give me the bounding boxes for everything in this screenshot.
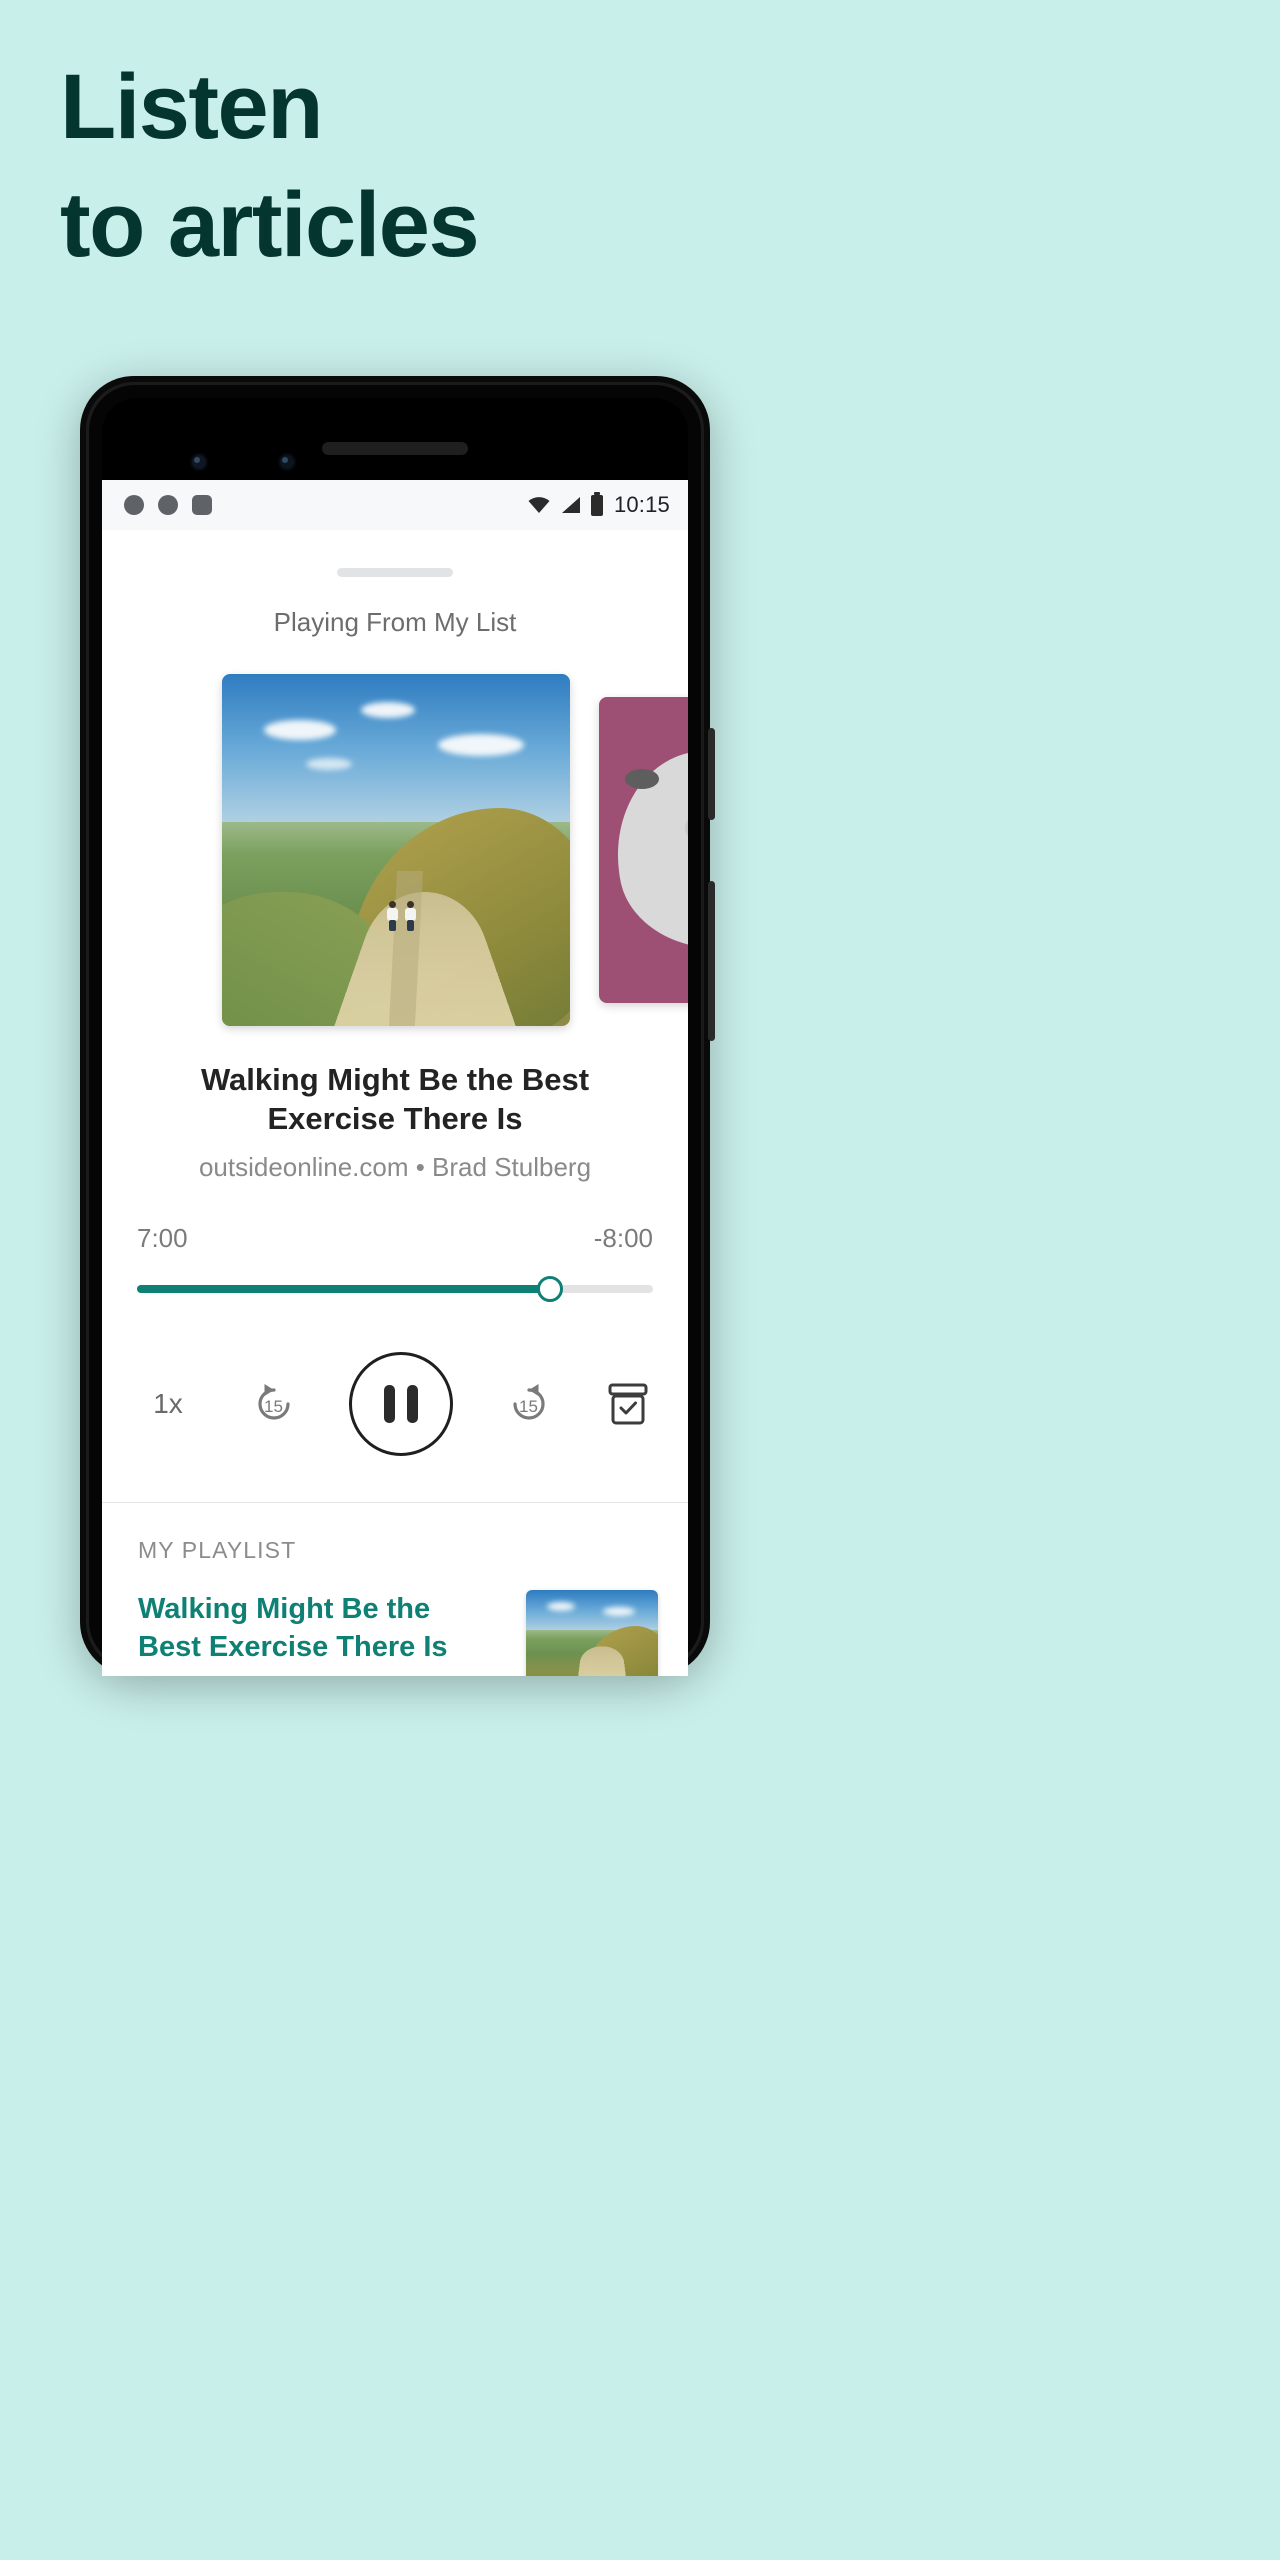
walker-figure	[387, 900, 399, 931]
notification-dot-icon	[124, 495, 144, 515]
status-bar: 10:15	[102, 480, 688, 530]
artwork-carousel[interactable]	[102, 674, 688, 1026]
playing-from-label: Playing From My List	[273, 607, 517, 637]
archive-icon	[608, 1383, 648, 1425]
status-bar-system: 10:15	[527, 491, 670, 518]
archive-button[interactable]	[604, 1380, 652, 1428]
phone-mockup: 10:15 Playing From My List Walking Might…	[80, 376, 715, 1676]
now-playing-title: Walking Might Be the Best Exercise There…	[200, 1062, 590, 1136]
list-item[interactable]: Walking Might Be the Best Exercise There…	[138, 1590, 658, 1676]
rewind-15-label: 15	[264, 1396, 283, 1416]
playlist-header: MY PLAYLIST	[138, 1537, 297, 1563]
playlist-item-thumbnail	[526, 1590, 658, 1676]
page-title-line-1: Listen	[60, 56, 323, 158]
artwork-image	[222, 674, 570, 1026]
artwork-current[interactable]	[222, 674, 570, 1026]
playback-controls: 1x 15 15	[138, 1352, 652, 1456]
status-bar-notifications	[124, 495, 212, 515]
now-playing-byline: outsideonline.com • Brad Stulberg	[198, 1152, 592, 1182]
page-title-line-2: to articles	[60, 174, 480, 276]
cell-signal-icon	[560, 496, 582, 514]
artwork-next[interactable]	[599, 697, 688, 1003]
page-title: Listen to articles	[60, 48, 960, 284]
time-labels: 7:00 -8:00	[137, 1223, 653, 1254]
progress-slider[interactable]	[137, 1276, 653, 1302]
pause-button[interactable]	[349, 1352, 453, 1456]
rewind-15-button[interactable]: 15	[249, 1379, 299, 1429]
playlist-item-title: Walking Might Be the Best Exercise There…	[138, 1593, 448, 1663]
pause-icon	[384, 1385, 395, 1423]
earpiece-speaker	[322, 442, 468, 455]
notification-square-icon	[192, 495, 212, 515]
forward-15-label: 15	[519, 1396, 538, 1416]
forward-15-button[interactable]: 15	[504, 1379, 554, 1429]
wifi-icon	[527, 496, 551, 514]
phone-top-bezel	[102, 398, 688, 480]
status-bar-clock: 10:15	[613, 492, 670, 517]
progress-thumb[interactable]	[536, 1276, 563, 1302]
front-camera-icon	[278, 453, 296, 471]
progress-fill	[137, 1285, 550, 1293]
notification-dot-icon	[158, 495, 178, 515]
phone-screen: 10:15 Playing From My List Walking Might…	[102, 480, 688, 1676]
sensor-icon	[190, 453, 208, 471]
power-button[interactable]	[708, 728, 715, 820]
section-divider	[102, 1502, 688, 1503]
pause-icon	[407, 1385, 418, 1423]
remaining-time: -8:00	[593, 1223, 653, 1253]
sheet-drag-handle[interactable]	[337, 568, 453, 577]
speed-button[interactable]: 1x	[138, 1388, 198, 1420]
walker-figure	[404, 900, 416, 931]
volume-button[interactable]	[708, 881, 715, 1041]
elapsed-time: 7:00	[137, 1223, 188, 1253]
battery-icon	[590, 491, 603, 516]
artwork-next-eye	[625, 769, 659, 789]
